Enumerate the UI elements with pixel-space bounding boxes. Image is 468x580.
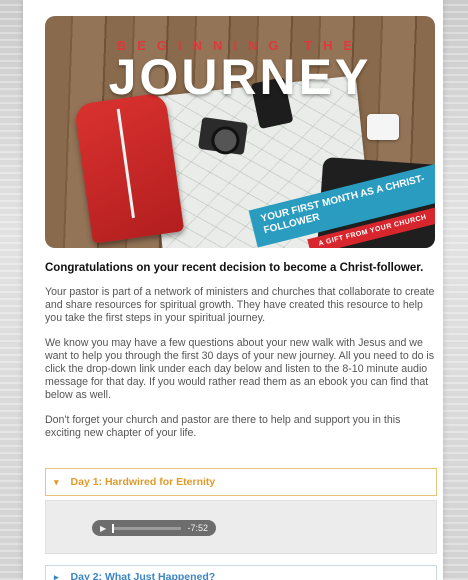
audio-panel: ▶ -7:52 xyxy=(45,500,437,554)
accordion-label: Day 1: Hardwired for Eternity xyxy=(70,476,216,488)
audio-time: -7:52 xyxy=(187,523,208,533)
intro-text: Congratulations on your recent decision … xyxy=(45,262,437,452)
hero-title-main: JOURNEY xyxy=(108,49,372,105)
audio-player[interactable]: ▶ -7:52 xyxy=(92,520,216,536)
headline: Congratulations on your recent decision … xyxy=(45,262,424,274)
paragraph: We know you may have a few questions abo… xyxy=(45,337,435,401)
page-content: BEGINNING THE JOURNEY YOUR FIRST MONTH A… xyxy=(23,0,443,580)
paragraph: Your pastor is part of a network of mini… xyxy=(45,286,435,324)
camera-graphic xyxy=(197,116,249,156)
accordion-day-1[interactable]: ▾ Day 1: Hardwired for Eternity xyxy=(45,468,437,496)
hero-image: BEGINNING THE JOURNEY YOUR FIRST MONTH A… xyxy=(45,16,435,248)
chevron-icon: ▸ xyxy=(54,571,59,580)
paragraph: Don't forget your church and pastor are … xyxy=(45,414,401,439)
play-icon[interactable]: ▶ xyxy=(100,524,106,533)
jacket-graphic xyxy=(73,92,185,244)
polaroid-graphic xyxy=(367,114,399,140)
accordion-day-2[interactable]: ▸ Day 2: What Just Happened? xyxy=(45,565,437,580)
audio-progress-track[interactable] xyxy=(112,523,182,533)
accordion-label: Day 2: What Just Happened? xyxy=(70,571,216,580)
chevron-icon: ▾ xyxy=(54,476,59,487)
